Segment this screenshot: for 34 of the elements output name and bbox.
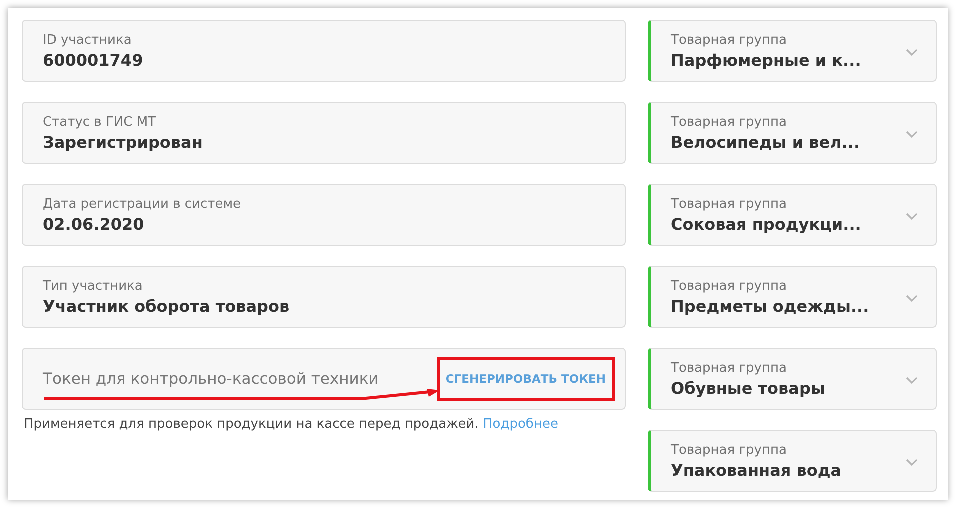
field-label: Товарная группа [671,114,788,130]
field-value: Зарегистрирован [43,132,204,152]
field-label: Статус в ГИС МТ [43,114,157,130]
field-value: Участник оборота товаров [43,296,291,316]
field-label: ID участника [43,32,133,48]
field-label: Товарная группа [671,360,788,376]
field-label: Товарная группа [671,278,788,294]
field-value: Упакованная вода [671,460,843,480]
product-group-select[interactable]: Товарная группа Предметы одежды... [648,266,937,328]
product-group-select[interactable]: Товарная группа Велосипеды и вел... [648,102,937,164]
field-label: Тип участника [43,278,144,294]
product-group-select[interactable]: Товарная группа Обувные товары [648,348,937,410]
chevron-down-icon[interactable] [906,130,918,138]
field-label: Дата регистрации в системе [43,196,242,212]
field-value: Предметы одежды... [671,296,870,316]
field-value: Соковая продукци... [671,214,862,234]
field-value: 600001749 [43,50,144,70]
field-label: Товарная группа [671,196,788,212]
chevron-down-icon[interactable] [906,48,918,56]
hint-text: Применяется для проверок продукции на кассе перед продажей. Подробнее [23,417,560,432]
field-label: Товарная группа [671,32,788,48]
field-value: Парфюмерные и к... [671,50,862,70]
field-value: Обувные товары [671,378,826,398]
chevron-down-icon[interactable] [906,458,918,466]
product-group-select[interactable]: Товарная группа Соковая продукци... [648,184,937,246]
token-field[interactable]: Токен для контрольно-кассовой техники [43,371,379,387]
chevron-down-icon[interactable] [906,212,918,220]
chevron-down-icon[interactable] [906,294,918,302]
field-label: Товарная группа [671,442,788,458]
product-group-select[interactable]: Товарная группа Упакованная вода [648,430,937,492]
field-value: Велосипеды и вел... [671,132,862,152]
product-group-select[interactable]: Товарная группа Парфюмерные и к... [648,20,937,82]
field-value: 02.06.2020 [43,214,146,234]
chevron-down-icon[interactable] [906,376,918,384]
